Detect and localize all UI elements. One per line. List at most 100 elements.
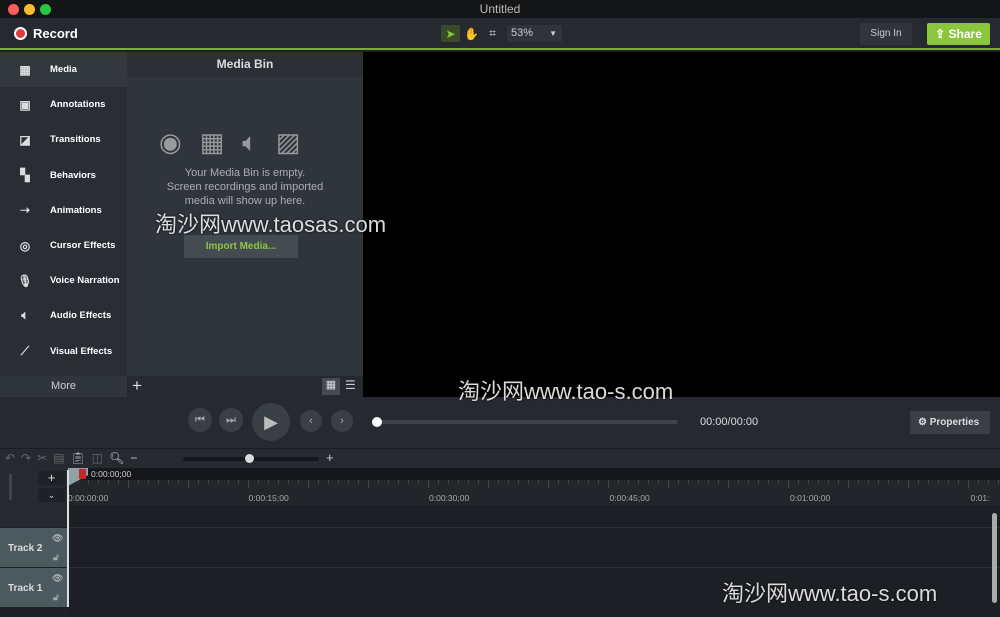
add-icon[interactable]: + <box>132 376 142 396</box>
sidebar-item-annotations[interactable]: ▣ Annotations <box>0 87 127 122</box>
maximize-button[interactable] <box>40 4 51 15</box>
ruler-tick <box>918 480 919 484</box>
zoom-out-icon[interactable]: − <box>130 451 137 465</box>
crop-tool-icon[interactable]: ⌗ <box>483 25 502 42</box>
ruler-tick <box>248 480 249 488</box>
grid-view-icon[interactable]: ▦ <box>322 378 340 395</box>
play-icon[interactable]: ▶ <box>252 403 290 441</box>
ruler-tick <box>398 480 399 484</box>
ruler-tick <box>598 480 599 484</box>
list-view-icon[interactable]: ☰ <box>345 378 356 392</box>
undo-icon[interactable]: ↶ <box>5 451 15 465</box>
split-icon[interactable]: ◫ <box>92 451 103 465</box>
ruler-tick <box>128 480 129 488</box>
copy-icon[interactable]: ▤ <box>53 451 64 465</box>
minimize-button[interactable] <box>24 4 35 15</box>
ruler-tick <box>968 480 969 488</box>
ruler-tick <box>508 480 509 484</box>
ruler-tick <box>578 480 579 484</box>
properties-button[interactable]: ⚙ Properties <box>910 411 990 434</box>
toolbar: Record ➤ ✋ ⌗ 53% ▼ Sign In ⇪ Share <box>0 18 1000 50</box>
ruler-tick <box>748 480 749 484</box>
cut-icon[interactable]: ✂ <box>37 451 47 465</box>
scrubber-handle[interactable] <box>372 417 382 427</box>
sidebar-item-media[interactable]: ▦ Media <box>0 52 127 87</box>
track-1-header[interactable]: Track 1 👁︎ 🔓︎ <box>0 568 67 607</box>
ruler-tick <box>928 480 929 484</box>
hand-tool-icon[interactable]: ✋ <box>462 25 481 42</box>
ruler-tick <box>518 480 519 484</box>
sidebar-item-label: Visual Effects <box>50 345 113 357</box>
lock-icon[interactable]: 🔓︎ <box>53 552 59 563</box>
track-2-header[interactable]: Track 2 👁︎ 🔓︎ <box>0 528 67 567</box>
ruler-tick <box>828 480 829 484</box>
vertical-scrollbar[interactable] <box>992 513 997 603</box>
ruler-tick <box>898 480 899 484</box>
ruler-tick <box>328 480 329 484</box>
track-height-slider[interactable] <box>9 474 12 500</box>
lock-icon[interactable]: 🔓︎ <box>53 592 59 603</box>
ruler-tick <box>238 480 239 484</box>
sidebar-item-label: Media <box>50 64 77 75</box>
paste-icon[interactable]: 📋︎ <box>71 451 86 465</box>
redo-icon[interactable]: ↷ <box>21 451 31 465</box>
timeline-ruler[interactable]: 0:00:00;00 0:00:00;00 0:00:15;00 0:00:30;0… <box>68 468 1000 505</box>
sidebar-item-behaviors[interactable]: ▚ Behaviors <box>0 158 127 193</box>
ruler-tick <box>318 480 319 484</box>
share-icon: ⇪ <box>935 27 949 41</box>
slider-handle[interactable] <box>245 454 254 463</box>
ruler-tick <box>388 480 389 484</box>
ruler-tick <box>888 480 889 484</box>
scrubber[interactable] <box>372 417 678 427</box>
sidebar-item-voice-narration[interactable]: 🎙︎ Voice Narration <box>0 263 127 298</box>
sidebar-item-cursor-effects[interactable]: ◎ Cursor Effects <box>0 228 127 263</box>
previous-icon[interactable]: ‹ <box>300 410 322 432</box>
ruler-tick <box>908 480 909 488</box>
film-icon: ▦ <box>19 62 31 77</box>
step-back-icon[interactable]: ⏮ <box>188 408 212 432</box>
sidebar-item-visual-effects[interactable]: ⟋ Visual Effects <box>0 334 127 369</box>
ruler-tick <box>758 480 759 484</box>
step-forward-icon[interactable]: ⏭ <box>219 408 243 432</box>
ruler-tick <box>108 480 109 484</box>
ruler-tick <box>438 480 439 484</box>
preview-canvas[interactable] <box>363 52 1000 397</box>
more-button[interactable]: More <box>0 376 127 397</box>
sign-in-button[interactable]: Sign In <box>860 23 912 45</box>
animation-icon: ➝ <box>19 203 31 218</box>
ruler-tick-label: 0:01:00;00 <box>790 493 831 503</box>
ruler-tick <box>608 480 609 488</box>
sidebar-item-transitions[interactable]: ◪ Transitions <box>0 122 127 157</box>
add-track-icon[interactable]: + <box>38 471 65 485</box>
ruler-tick <box>708 480 709 484</box>
ruler-tick <box>938 480 939 484</box>
zoom-icon[interactable]: 🔍︎ <box>109 451 124 465</box>
sidebar-item-animations[interactable]: ➝ Animations <box>0 193 127 228</box>
speaker-icon: 🔈︎ <box>21 308 29 323</box>
playhead-marker[interactable] <box>79 469 86 479</box>
ruler-tick <box>858 480 859 484</box>
ruler-tick <box>988 480 989 484</box>
record-label: Record <box>33 26 78 41</box>
zoom-select[interactable]: 53% ▼ <box>507 25 562 42</box>
ruler-tick <box>258 480 259 484</box>
media-bin-title: Media Bin <box>127 52 363 77</box>
zoom-in-icon[interactable]: + <box>326 450 334 465</box>
ruler-tick <box>498 480 499 484</box>
record-button[interactable]: Record <box>14 26 78 41</box>
share-button[interactable]: ⇪ Share <box>927 23 990 45</box>
ruler-tick <box>848 480 849 488</box>
sidebar-item-audio-effects[interactable]: 🔈︎ Audio Effects <box>0 298 127 333</box>
ruler-tick <box>288 480 289 484</box>
record-icon: ◉ <box>159 127 182 157</box>
ruler-tick-label: 0:00:00;00 <box>68 493 109 503</box>
close-button[interactable] <box>8 4 19 15</box>
ruler-tick <box>538 480 539 484</box>
eye-icon[interactable]: 👁︎ <box>52 533 63 544</box>
chevron-down-icon[interactable]: ⌄ <box>38 488 65 502</box>
pointer-tool-icon[interactable]: ➤ <box>441 25 460 42</box>
eye-icon[interactable]: 👁︎ <box>52 573 63 584</box>
timeline-zoom-slider[interactable] <box>183 454 319 463</box>
sidebar-item-label: Audio Effects <box>50 310 112 322</box>
next-icon[interactable]: › <box>331 410 353 432</box>
